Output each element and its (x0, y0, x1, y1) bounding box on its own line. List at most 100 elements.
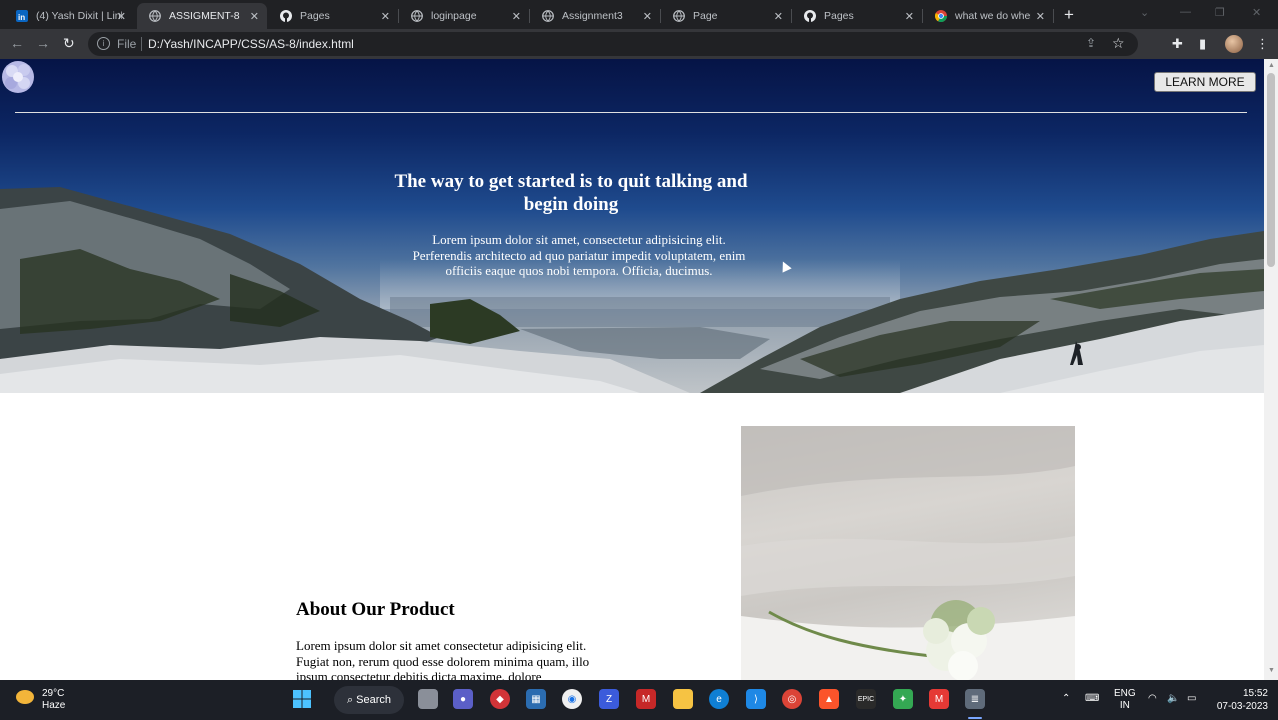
tab-search-chevron-icon[interactable]: ⌄ (1140, 6, 1149, 19)
volume-icon[interactable]: 🔈 (1167, 693, 1179, 704)
browser-toolbar: ← → ↻ i File D:/Yash/INCAPP/CSS/AS-8/ind… (0, 29, 1278, 59)
product-flower-image (741, 426, 1075, 680)
mountain-landscape-image (0, 187, 1264, 393)
page-scrollbar[interactable]: ▲ ▼ (1264, 59, 1278, 680)
clock-app-icon[interactable]: ◉ (562, 689, 582, 709)
clock-date: 07-03-2023 (1216, 701, 1268, 712)
tab-title: Page (693, 10, 718, 22)
app-m-icon[interactable]: M (929, 689, 949, 709)
epic-games-icon[interactable]: EPIC (856, 689, 876, 709)
globe-icon (149, 10, 161, 22)
battery-icon[interactable]: ▭ (1187, 693, 1196, 704)
tab-title: loginpage (431, 10, 477, 22)
new-tab-icon[interactable]: + (1064, 5, 1074, 25)
tab-loginpage[interactable]: loginpage ✕ (399, 3, 530, 29)
minimize-icon[interactable]: — (1180, 6, 1191, 18)
address-divider (141, 37, 142, 51)
mcafee-icon[interactable]: M (636, 689, 656, 709)
tab-title: Pages (824, 10, 854, 22)
colorful-app-icon[interactable]: ✦ (893, 689, 913, 709)
flower-logo-icon[interactable] (0, 59, 36, 95)
vscode-icon[interactable]: ⟩ (746, 689, 766, 709)
bookmark-star-icon[interactable]: ☆ (1112, 35, 1125, 52)
close-icon[interactable]: ✕ (381, 10, 390, 23)
tray-chevron-icon[interactable]: ⌃ (1062, 693, 1070, 704)
notepad-icon[interactable]: ≣ (965, 689, 985, 709)
close-icon[interactable]: ✕ (774, 10, 783, 23)
chat-icon[interactable]: ● (453, 689, 473, 709)
tab-strip: in (4) Yash Dixit | LinkedIn ✕ ASSIGMENT… (0, 0, 1278, 29)
scheme-label: File (117, 37, 137, 51)
info-icon[interactable]: i (97, 37, 110, 50)
weather-temperature: 29°C (42, 688, 65, 699)
tab-assignment3[interactable]: Assignment3 ✕ (530, 3, 661, 29)
close-icon[interactable]: ✕ (1036, 10, 1045, 23)
close-icon[interactable]: ✕ (117, 10, 126, 23)
window-close-icon[interactable]: ✕ (1252, 6, 1261, 19)
close-icon[interactable]: ✕ (250, 10, 259, 23)
file-explorer-icon[interactable] (673, 689, 693, 709)
tab-title: Assignment3 (562, 10, 623, 22)
hero-paragraph: Lorem ipsum dolor sit amet, consectetur … (412, 232, 746, 278)
github-icon (804, 10, 816, 22)
tab-title: what we do when (955, 10, 1031, 22)
profile-avatar[interactable] (1225, 35, 1243, 53)
tab-linkedin[interactable]: in (4) Yash Dixit | LinkedIn ✕ (4, 3, 134, 29)
tab-pages-2[interactable]: Pages ✕ (792, 3, 923, 29)
tab-title: ASSIGMENT-8 (169, 10, 240, 22)
wifi-icon[interactable]: ◠ (1148, 693, 1157, 704)
forward-arrow-icon[interactable]: → (36, 35, 50, 51)
hero-heading: The way to get started is to quit talkin… (394, 171, 748, 215)
address-bar[interactable]: i File D:/Yash/INCAPP/CSS/AS-8/index.htm… (88, 32, 1138, 56)
tab-google-search[interactable]: what we do when ✕ (923, 3, 1054, 29)
maximize-icon[interactable]: ❐ (1215, 6, 1225, 19)
search-label: Search (356, 694, 392, 706)
active-app-indicator (968, 717, 982, 719)
anydesk-icon[interactable]: ◆ (490, 689, 510, 709)
menu-kebab-icon[interactable]: ⋮ (1256, 36, 1269, 52)
chrome-taskbar-icon[interactable]: ◎ (782, 689, 802, 709)
about-heading: About Our Product (296, 599, 455, 620)
edge-icon[interactable]: e (709, 689, 729, 709)
system-clock[interactable]: 15:52 07-03-2023 (1212, 687, 1268, 713)
brave-icon[interactable]: ▲ (819, 689, 839, 709)
globe-icon (542, 10, 554, 22)
url-text[interactable]: D:/Yash/INCAPP/CSS/AS-8/index.html (148, 37, 354, 51)
globe-icon (411, 10, 423, 22)
search-icon: ⌕ (346, 694, 357, 706)
scroll-down-arrow-icon[interactable]: ▼ (1268, 667, 1275, 674)
about-paragraph: Lorem ipsum dolor sit amet consectetur a… (296, 638, 590, 680)
weather-haze-icon (16, 690, 34, 704)
tab-title: Pages (300, 10, 330, 22)
taskbar-search-button[interactable]: ⌕ Search (334, 686, 404, 714)
reload-icon[interactable]: ↻ (63, 35, 75, 52)
editor-app-icon[interactable]: Z (599, 689, 619, 709)
tab-pages[interactable]: Pages ✕ (268, 3, 399, 29)
store-icon[interactable]: ▦ (526, 689, 546, 709)
close-icon[interactable]: ✕ (643, 10, 652, 23)
windows-start-icon[interactable] (292, 689, 312, 709)
language-code: ENG (1114, 688, 1136, 699)
chrome-icon (935, 10, 947, 22)
language-indicator[interactable]: ENG IN (1114, 688, 1136, 712)
clock-time: 15:52 (1242, 688, 1268, 699)
task-view-icon[interactable] (418, 689, 438, 709)
svg-text:in: in (18, 13, 25, 22)
close-icon[interactable]: ✕ (905, 10, 914, 23)
tab-page[interactable]: Page ✕ (661, 3, 792, 29)
extensions-puzzle-icon[interactable]: ✚ (1172, 36, 1183, 52)
learn-more-button[interactable]: LEARN MORE (1154, 72, 1256, 92)
side-panel-icon[interactable]: ▮ (1199, 36, 1206, 52)
linkedin-icon: in (16, 10, 28, 22)
share-icon[interactable]: ⇪ (1086, 36, 1096, 50)
back-arrow-icon[interactable]: ← (10, 35, 24, 51)
scrollbar-thumb[interactable] (1267, 73, 1275, 267)
keyboard-icon[interactable]: ⌨ (1085, 693, 1099, 704)
scroll-up-arrow-icon[interactable]: ▲ (1268, 62, 1275, 69)
windows-taskbar: 29°C Haze ⌕ Search ● ◆ ▦ ◉ Z M e ⟩ ◎ ▲ E… (0, 680, 1278, 720)
tab-assigment-8[interactable]: ASSIGMENT-8 ✕ (137, 3, 267, 29)
region-code: IN (1119, 700, 1130, 711)
hero-section: LEARN MORE The way to get started is to … (0, 59, 1264, 393)
close-icon[interactable]: ✕ (512, 10, 521, 23)
tab-title: (4) Yash Dixit | LinkedIn (36, 10, 122, 22)
